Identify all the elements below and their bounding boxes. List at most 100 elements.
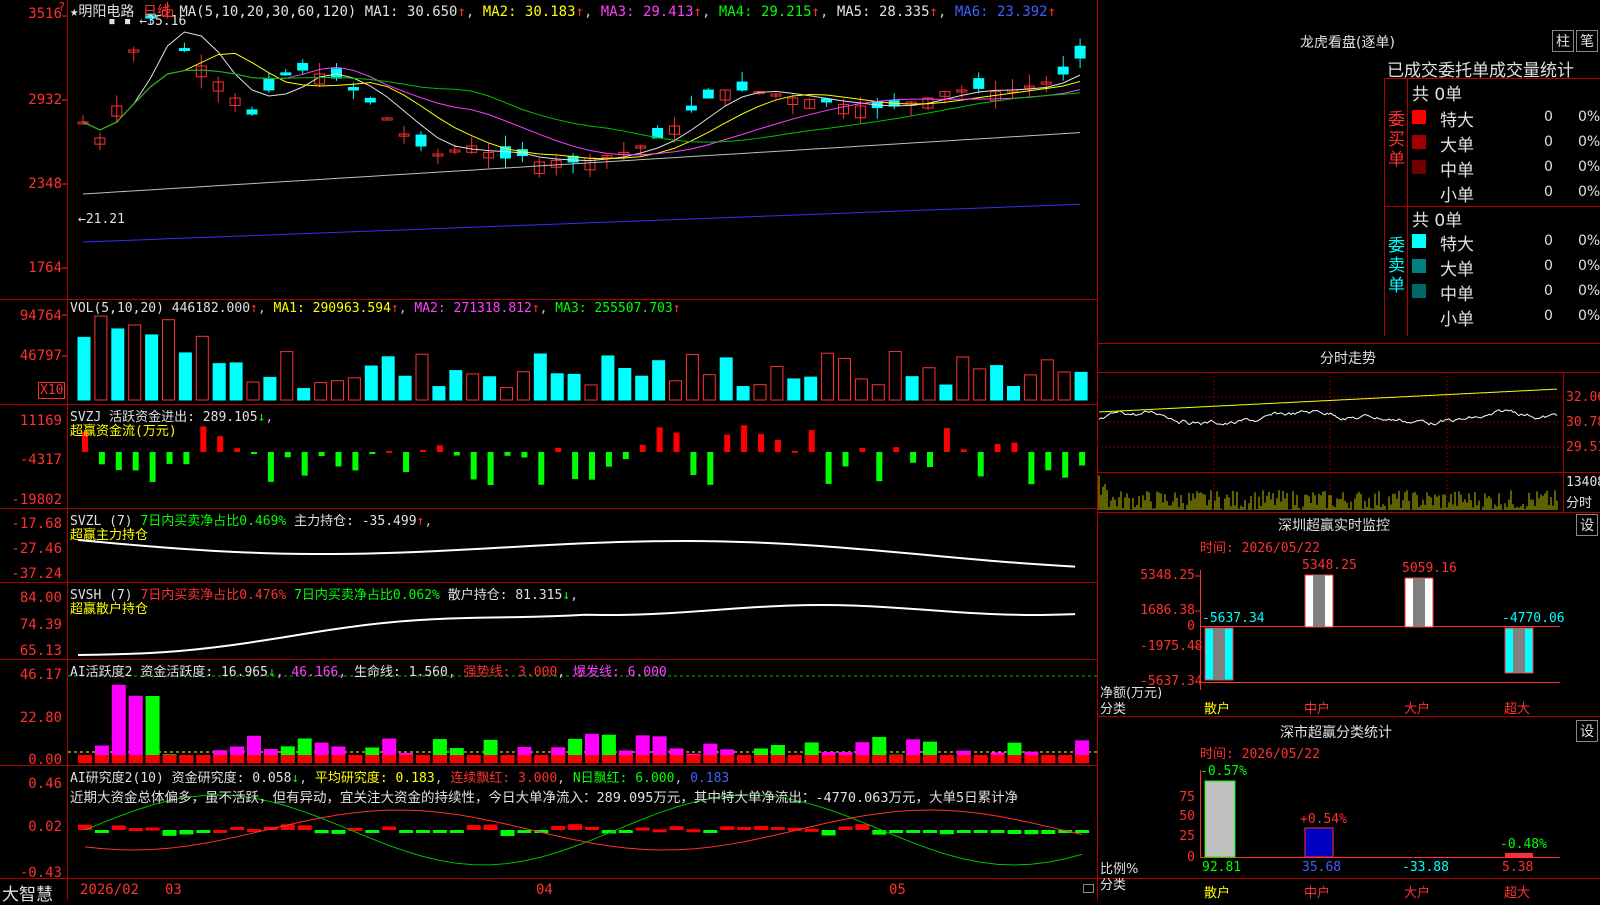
research-bar <box>889 830 904 833</box>
flow-bar <box>487 452 494 485</box>
monitor-bar-shade <box>1413 578 1425 627</box>
color-swatch <box>1412 160 1426 174</box>
flow-bar <box>132 452 139 471</box>
flow-bar <box>960 449 967 452</box>
buy-row: 中单 0 0% <box>1412 156 1600 181</box>
activity-base <box>128 755 143 763</box>
volume-bar <box>669 380 682 401</box>
research-bar <box>568 824 583 830</box>
activity-base <box>1024 755 1039 763</box>
activity-base <box>145 755 160 763</box>
activity-base <box>956 755 971 763</box>
lock-icon[interactable] <box>1083 884 1094 893</box>
bi-button[interactable]: 笔 <box>1576 30 1598 52</box>
svsh-tick: 84.00 <box>19 590 62 606</box>
price-tick: 1764 <box>28 260 62 276</box>
volume-bar <box>787 378 801 401</box>
volume-bar <box>195 335 209 401</box>
activity-base <box>483 755 498 763</box>
color-swatch <box>1412 135 1426 149</box>
volume-bar <box>1057 371 1071 401</box>
activity-base <box>720 755 735 763</box>
volume-bar <box>871 384 885 401</box>
activity-base <box>179 755 194 763</box>
volume-bar <box>145 334 159 401</box>
fenshi-price: 30.78 <box>1566 415 1600 430</box>
flow-bar <box>690 452 697 475</box>
activity-base <box>855 755 870 763</box>
volume-bar <box>635 375 649 401</box>
color-swatch <box>1412 259 1426 273</box>
candle-body <box>331 68 342 79</box>
activity-base <box>973 755 988 763</box>
activity-base <box>939 755 954 763</box>
research-bar <box>804 828 819 832</box>
corner-question-icon[interactable]: ? <box>58 0 65 14</box>
buy-row-pct: 0% <box>1578 109 1600 125</box>
ai1-tick: 22.80 <box>19 710 62 726</box>
svzj-tick: -19802 <box>11 492 62 508</box>
color-swatch <box>1412 110 1426 124</box>
app-name[interactable]: 大智慧 <box>2 880 53 905</box>
buy-row-value: 0 <box>1544 109 1553 125</box>
svsh-tick: 65.13 <box>19 643 62 659</box>
sell-row-pct: 0% <box>1578 283 1600 299</box>
zhu-button[interactable]: 柱 <box>1552 30 1574 52</box>
ma-params: MA(5,10,20,30,60,120) <box>179 4 357 20</box>
candle-body <box>973 78 985 89</box>
volume-bar <box>1023 374 1037 401</box>
activity-base <box>551 755 566 763</box>
class-settings-button[interactable]: 设 <box>1576 720 1598 742</box>
monitor-cat: 超大 <box>1504 702 1531 717</box>
volume-bar <box>821 352 835 401</box>
flow-bar <box>927 452 933 468</box>
volume-bar <box>652 360 666 401</box>
sell-row-name: 大单 <box>1440 260 1474 280</box>
research-bar <box>416 830 430 833</box>
activity-base <box>466 755 481 763</box>
volume-bar <box>347 377 361 401</box>
flow-bar <box>200 426 207 452</box>
volume-bar <box>364 365 378 401</box>
candle-body <box>1057 66 1069 75</box>
research-bar <box>686 829 701 833</box>
high-mark: ▪ ▪ ←35.16 <box>108 14 187 29</box>
class-xlabel: 分类 <box>1100 878 1127 893</box>
sell-row-value: 0 <box>1544 233 1553 249</box>
flow-bar <box>758 434 764 452</box>
class-cat: 大户 <box>1404 886 1431 901</box>
volume-bar <box>178 352 192 401</box>
tab-header[interactable]: 已成交委托单成交量统计 <box>1387 56 1599 81</box>
volume-bar <box>888 351 902 401</box>
activity-base <box>601 755 616 763</box>
color-swatch <box>1412 234 1426 248</box>
activity-base <box>365 755 380 763</box>
vol-unit: X10 <box>38 382 66 399</box>
activity-base <box>669 755 684 763</box>
flow-bar <box>538 452 545 485</box>
activity-base <box>247 755 261 763</box>
flow-bar <box>622 452 629 460</box>
main-title: ★明阳电路 日线 MA(5,10,20,30,60,120) MA1: 30.6… <box>70 4 1056 20</box>
activity-base <box>517 755 532 763</box>
flow-bar <box>572 452 579 480</box>
activity-base <box>213 755 228 763</box>
monitor-val: -5637.34 <box>1202 611 1265 626</box>
flow-bar <box>707 452 714 485</box>
class-title: 深市超赢分类统计 <box>1280 725 1392 741</box>
activity-bar <box>145 695 160 763</box>
research-bar <box>145 827 160 831</box>
ma5: MA5: 28.335 <box>836 4 930 20</box>
research-bar <box>331 830 346 834</box>
volume-bar <box>736 386 750 401</box>
volume-bar <box>1007 386 1020 401</box>
flow-bar <box>267 452 274 482</box>
volume-bar <box>618 368 632 401</box>
research-bar <box>196 830 211 833</box>
volume-bar <box>94 315 108 401</box>
volume-bar <box>956 356 970 401</box>
class-bar <box>1304 827 1334 858</box>
fenshi-price-line <box>1098 409 1558 426</box>
monitor-settings-button[interactable]: 设 <box>1576 514 1598 536</box>
flow-bar <box>284 452 291 458</box>
